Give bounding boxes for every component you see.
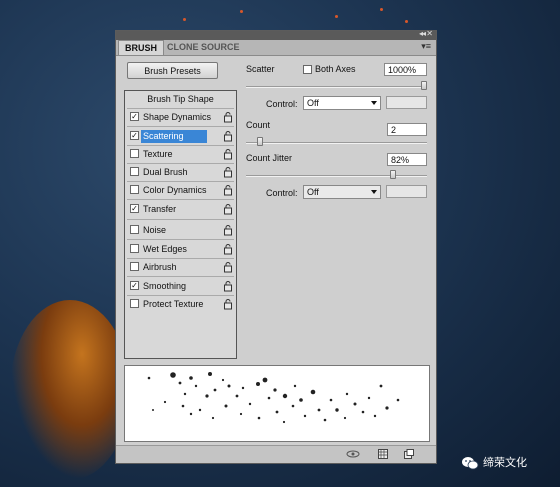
control-select[interactable]: Off — [303, 185, 381, 199]
background-spark — [380, 8, 383, 11]
brush-options-list: Brush Tip Shape ✓ Shape Dynamics ✓ Scatt… — [124, 90, 237, 359]
list-item-label: Smoothing — [143, 281, 187, 291]
lock-icon[interactable] — [223, 184, 233, 196]
scatter-slider-track[interactable] — [246, 86, 427, 88]
control-field-disabled — [386, 96, 427, 109]
list-item-label: Transfer — [143, 204, 177, 214]
divider — [127, 199, 234, 200]
brush-grid-icon[interactable] — [378, 449, 388, 459]
panel-tab-bar: BRUSH CLONE SOURCE ▾≡ — [116, 40, 436, 56]
list-item-texture[interactable]: Texture — [125, 146, 236, 163]
transfer-checkbox[interactable]: ✓ — [130, 204, 139, 213]
eye-toggle-icon[interactable] — [345, 449, 361, 459]
background-spark — [183, 18, 186, 21]
chevron-down-icon — [371, 190, 377, 194]
list-item-noise[interactable]: Noise — [125, 222, 236, 239]
list-item-label: Protect Texture — [143, 299, 204, 309]
list-item-label: Noise — [143, 225, 167, 235]
tab-brush[interactable]: BRUSH — [118, 40, 165, 55]
list-item-label: Scattering — [141, 130, 207, 143]
divider — [127, 219, 234, 220]
watermark: 缔荣文化 — [461, 456, 543, 470]
count-slider-thumb[interactable] — [256, 137, 263, 146]
lock-icon[interactable] — [223, 148, 233, 160]
smoothing-checkbox[interactable]: ✓ — [130, 281, 139, 290]
list-item-shape-dynamics[interactable]: ✓ Shape Dynamics — [125, 109, 236, 126]
scatter-slider-thumb[interactable] — [421, 81, 427, 90]
brush-panel: ◂◂ ✕ BRUSH CLONE SOURCE ▾≡ Brush Presets… — [115, 29, 437, 464]
protect-texture-checkbox[interactable] — [130, 299, 139, 308]
control-select-value: Off — [307, 98, 319, 108]
control-label: Control: — [266, 188, 298, 198]
lock-icon[interactable] — [223, 224, 233, 236]
list-item-dual-brush[interactable]: Dual Brush — [125, 164, 236, 181]
panel-title-strip: ◂◂ ✕ — [116, 29, 436, 40]
background-spark — [405, 20, 408, 23]
divider — [127, 126, 234, 127]
both-axes-label: Both Axes — [315, 64, 356, 74]
divider — [127, 239, 234, 240]
lock-icon[interactable] — [223, 243, 233, 255]
scattering-checkbox[interactable]: ✓ — [130, 131, 139, 140]
list-item-label: Color Dynamics — [143, 185, 207, 195]
list-item-label: Shape Dynamics — [143, 112, 212, 122]
tab-clone-source[interactable]: CLONE SOURCE — [161, 40, 246, 55]
list-item-label: Airbrush — [143, 262, 177, 272]
lock-icon[interactable] — [223, 111, 233, 123]
control-select[interactable]: Off — [303, 96, 381, 110]
scatter-label: Scatter — [246, 64, 275, 74]
list-item-scattering[interactable]: ✓ Scattering — [125, 128, 236, 145]
wechat-icon — [462, 457, 479, 470]
lock-icon[interactable] — [223, 298, 233, 310]
color-dynamics-checkbox[interactable] — [130, 185, 139, 194]
count-value-input[interactable]: 2 — [387, 123, 427, 136]
new-preset-icon[interactable] — [404, 449, 414, 459]
airbrush-checkbox[interactable] — [130, 262, 139, 271]
background-spark — [240, 10, 243, 13]
count-slider-track[interactable] — [246, 142, 427, 144]
control-label: Control: — [266, 99, 298, 109]
list-item-label: Wet Edges — [143, 244, 187, 254]
lock-icon[interactable] — [223, 166, 233, 178]
panel-footer — [116, 445, 436, 463]
brush-stroke-preview — [124, 365, 430, 442]
brush-presets-button[interactable]: Brush Presets — [127, 62, 218, 79]
count-jitter-slider-thumb[interactable] — [389, 170, 396, 179]
list-item-color-dynamics[interactable]: Color Dynamics — [125, 182, 236, 199]
list-item-label: Texture — [143, 149, 173, 159]
list-item-smoothing[interactable]: ✓ Smoothing — [125, 278, 236, 295]
scatter-value-input[interactable]: 1000% — [384, 63, 427, 76]
wet-edges-checkbox[interactable] — [130, 244, 139, 253]
control-select-value: Off — [307, 187, 319, 197]
background-spark — [335, 15, 338, 18]
count-label: Count — [246, 120, 271, 130]
dual-brush-checkbox[interactable] — [130, 167, 139, 176]
lock-icon[interactable] — [223, 203, 233, 215]
list-item-transfer[interactable]: ✓ Transfer — [125, 201, 236, 218]
chevron-down-icon — [371, 101, 377, 105]
list-item-wet-edges[interactable]: Wet Edges — [125, 241, 236, 258]
brush-tip-shape-header[interactable]: Brush Tip Shape — [125, 91, 236, 108]
noise-checkbox[interactable] — [130, 225, 139, 234]
lock-icon[interactable] — [223, 261, 233, 273]
lock-icon[interactable] — [223, 280, 233, 292]
count-jitter-slider-track[interactable] — [246, 175, 427, 177]
background-glow — [10, 300, 130, 480]
divider — [127, 276, 234, 277]
texture-checkbox[interactable] — [130, 149, 139, 158]
collapse-arrows-icon[interactable]: ◂◂ ✕ — [419, 29, 433, 38]
watermark-text: 缔荣文化 — [483, 457, 527, 469]
panel-menu-icon[interactable]: ▾≡ — [421, 41, 431, 52]
brush-stroke-preview-dots — [147, 372, 400, 424]
count-jitter-value-input[interactable]: 82% — [387, 153, 427, 166]
lock-icon[interactable] — [223, 130, 233, 142]
shape-dynamics-checkbox[interactable]: ✓ — [130, 112, 139, 121]
control-field-disabled — [386, 185, 427, 198]
list-item-label: Dual Brush — [143, 167, 188, 177]
list-item-airbrush[interactable]: Airbrush — [125, 259, 236, 276]
both-axes-checkbox[interactable] — [303, 65, 312, 74]
count-jitter-label: Count Jitter — [246, 153, 293, 163]
list-item-protect-texture[interactable]: Protect Texture — [125, 296, 236, 313]
